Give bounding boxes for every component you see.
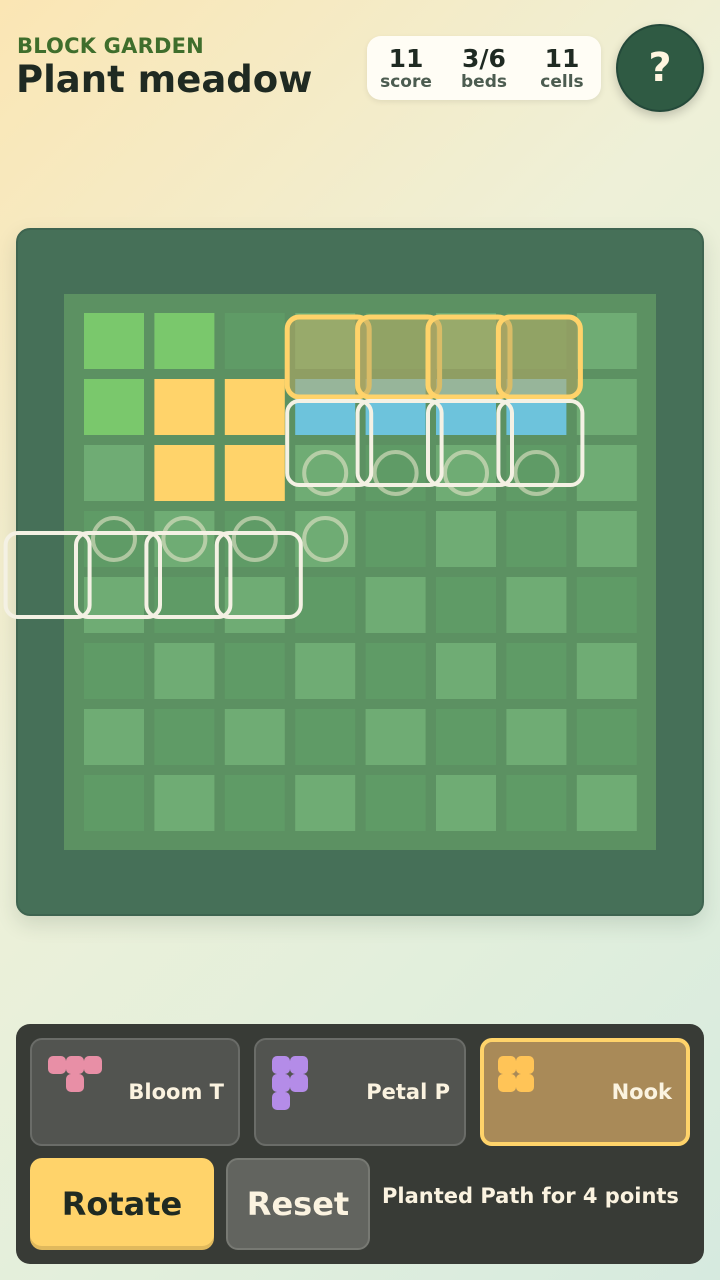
mini-block: [66, 1056, 84, 1074]
board-cell[interactable]: [365, 709, 426, 765]
piece-nook[interactable]: Nook: [480, 1038, 690, 1146]
score-value: 11: [388, 43, 424, 73]
mini-block: [516, 1074, 534, 1092]
board-cell[interactable]: [436, 643, 496, 699]
mini-block: [290, 1074, 308, 1092]
board-cell[interactable]: [224, 709, 285, 765]
beds-label: beds: [461, 71, 507, 92]
board-cell[interactable]: [154, 577, 215, 633]
mini-block: [272, 1074, 290, 1092]
board-cell[interactable]: [365, 577, 426, 633]
cells-value: 11: [544, 43, 580, 73]
board-cell[interactable]: [576, 445, 637, 501]
status-message: Planted Path for 4 points: [382, 1184, 679, 1208]
board-cell[interactable]: [506, 643, 567, 699]
board-cell[interactable]: [295, 775, 356, 831]
help-button[interactable]: ?: [616, 24, 704, 112]
preview-cell-highlight: [495, 314, 583, 400]
board-cell[interactable]: [576, 643, 637, 699]
board-cell[interactable]: [224, 577, 285, 633]
board-cell[interactable]: [576, 511, 637, 567]
page-title: Plant meadow: [16, 58, 313, 101]
cells-label: cells: [540, 71, 584, 92]
board-cell[interactable]: [224, 313, 285, 369]
mini-block: [66, 1074, 84, 1092]
piece-name: Bloom T: [128, 1080, 224, 1104]
board-cell[interactable]: [154, 313, 215, 369]
board-cell[interactable]: [84, 313, 144, 369]
mini-block: [498, 1074, 516, 1092]
board-cell[interactable]: [506, 775, 567, 831]
board-cell[interactable]: [295, 643, 356, 699]
board-cell[interactable]: [506, 577, 567, 633]
board-cell[interactable]: [224, 445, 285, 501]
mini-block: [290, 1056, 308, 1074]
mini-block: [498, 1056, 516, 1074]
piece-petal-p[interactable]: Petal P: [254, 1038, 466, 1146]
board-cell[interactable]: [154, 709, 215, 765]
board-cell[interactable]: [436, 709, 496, 765]
board-cell[interactable]: [576, 775, 637, 831]
board-cell[interactable]: [436, 577, 496, 633]
board-cell[interactable]: [365, 775, 426, 831]
board-cell[interactable]: [84, 775, 144, 831]
stats-panel: 11 score 3/6 beds 11 cells: [367, 36, 601, 100]
board-cell[interactable]: [84, 577, 144, 633]
beds-value: 3/6: [462, 43, 506, 73]
board-cell[interactable]: [224, 643, 285, 699]
piece-name: Petal P: [366, 1080, 450, 1104]
board-cell[interactable]: [436, 511, 496, 567]
board-cell[interactable]: [84, 643, 144, 699]
piece-bloom-t[interactable]: Bloom T: [30, 1038, 240, 1146]
mini-block: [84, 1056, 102, 1074]
board-cell[interactable]: [365, 511, 426, 567]
board-cell[interactable]: [295, 709, 356, 765]
piece-name: Nook: [611, 1080, 672, 1104]
board-cell[interactable]: [576, 379, 637, 435]
mini-block: [272, 1056, 290, 1074]
board-cell[interactable]: [506, 709, 567, 765]
mini-block: [48, 1056, 66, 1074]
board-cell[interactable]: [365, 643, 426, 699]
score-stat: 11 score: [369, 45, 443, 92]
cells-stat: 11 cells: [525, 45, 599, 92]
board-cell[interactable]: [506, 511, 567, 567]
reset-button[interactable]: Reset: [226, 1158, 370, 1250]
board-cell[interactable]: [436, 775, 496, 831]
board-cell[interactable]: [576, 313, 637, 369]
brand-title: BLOCK GARDEN: [17, 34, 204, 58]
board-cell[interactable]: [154, 379, 215, 435]
board-cell[interactable]: [154, 445, 215, 501]
board-cell[interactable]: [154, 643, 215, 699]
board-cell[interactable]: [84, 445, 144, 501]
board-cell[interactable]: [154, 775, 215, 831]
score-label: score: [380, 71, 432, 92]
board-cell[interactable]: [576, 709, 637, 765]
mini-block: [272, 1092, 290, 1110]
board-cell[interactable]: [224, 775, 285, 831]
mini-block: [516, 1056, 534, 1074]
board-cell[interactable]: [576, 577, 637, 633]
board-cell[interactable]: [84, 379, 144, 435]
board-cell[interactable]: [295, 577, 356, 633]
board-cell[interactable]: [224, 379, 285, 435]
rotate-button[interactable]: Rotate: [30, 1158, 214, 1250]
board-cell[interactable]: [84, 709, 144, 765]
beds-stat: 3/6 beds: [447, 45, 521, 92]
